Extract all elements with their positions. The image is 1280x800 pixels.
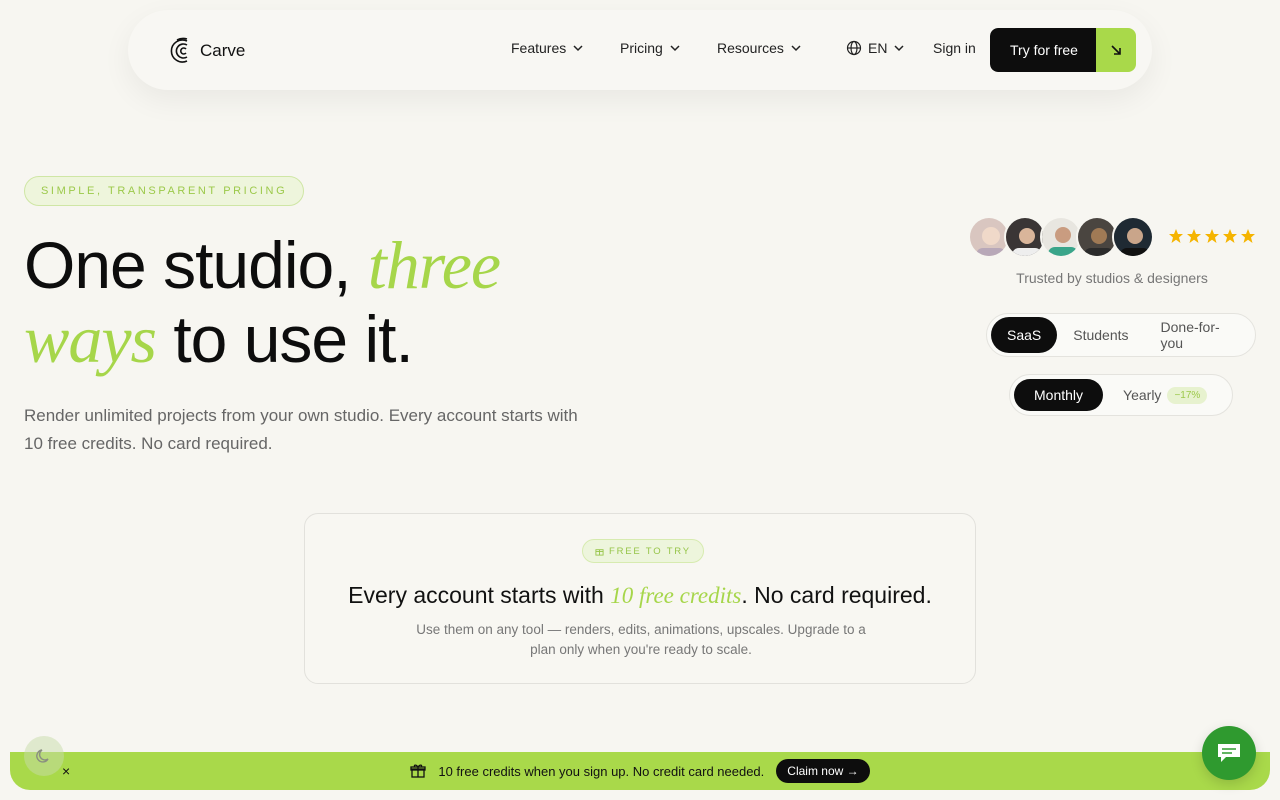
- plan-option-saas[interactable]: SaaS: [991, 317, 1058, 353]
- gift-icon: [410, 764, 427, 778]
- billing-toggle: Monthly Yearly −17%: [1009, 374, 1233, 416]
- plan-option-done-for-you[interactable]: Done-for-you: [1145, 317, 1251, 353]
- nav-features[interactable]: Features: [511, 40, 584, 56]
- discount-badge: −17%: [1167, 386, 1208, 404]
- globe-icon: [846, 40, 862, 56]
- banner-close-button[interactable]: ×: [62, 763, 70, 779]
- hero-headline: One studio, three ways to use it.: [24, 227, 501, 377]
- chevron-down-icon: [670, 45, 680, 52]
- free-to-try-label: FREE TO TRY: [609, 545, 691, 557]
- rating-stars: [1168, 228, 1256, 244]
- language-selector[interactable]: EN: [846, 40, 905, 56]
- theme-toggle-button[interactable]: [24, 736, 64, 776]
- free-credits-card: FREE TO TRY Every account starts with 10…: [304, 513, 976, 684]
- plan-option-students[interactable]: Students: [1057, 317, 1144, 353]
- star-icon: [1187, 229, 1201, 243]
- nav-pricing[interactable]: Pricing: [620, 40, 681, 56]
- avatar-stack: [968, 216, 1154, 258]
- headline-em2: ways: [24, 301, 157, 377]
- trusted-text: Trusted by studios & designers: [1016, 270, 1208, 286]
- headline-part2: to use it.: [156, 302, 413, 376]
- plan-type-toggle: SaaS Students Done-for-you: [986, 313, 1256, 357]
- star-icon: [1205, 229, 1219, 243]
- pricing-tag: SIMPLE, TRANSPARENT PRICING: [24, 176, 305, 206]
- sign-in-link[interactable]: Sign in: [933, 40, 976, 56]
- headline-part1: One studio,: [24, 228, 368, 302]
- top-navbar: Carve Features Pricing Resources EN Sign…: [128, 10, 1152, 90]
- free-card-body: Use them on any tool — renders, edits, a…: [416, 622, 866, 657]
- star-icon: [1169, 229, 1183, 243]
- gift-icon: [595, 548, 604, 556]
- nav-resources-label: Resources: [717, 40, 784, 56]
- star-icon: [1223, 229, 1237, 243]
- hero-subtitle: Render unlimited projects from your own …: [24, 406, 578, 453]
- free-card-title-pre: Every account starts with: [348, 582, 611, 608]
- claim-now-button[interactable]: Claim now →: [776, 759, 870, 783]
- chevron-down-icon: [791, 45, 801, 52]
- free-card-title: Every account starts with 10 free credit…: [305, 582, 975, 609]
- free-to-try-tag: FREE TO TRY: [582, 539, 704, 563]
- promo-banner: × 10 free credits when you sign up. No c…: [10, 752, 1270, 790]
- headline-em1: three: [367, 227, 501, 303]
- arrow-down-right-icon: [1096, 28, 1136, 72]
- moon-icon: [36, 749, 49, 763]
- billing-yearly[interactable]: Yearly −17%: [1103, 379, 1208, 411]
- brand-logo[interactable]: Carve: [168, 36, 245, 66]
- billing-monthly[interactable]: Monthly: [1014, 379, 1104, 411]
- nav-features-label: Features: [511, 40, 567, 56]
- banner-text: 10 free credits when you sign up. No cre…: [438, 763, 765, 779]
- chevron-down-icon: [894, 45, 904, 52]
- language-label: EN: [868, 40, 888, 56]
- chat-widget-button[interactable]: [1202, 726, 1256, 780]
- chevron-down-icon: [573, 45, 583, 52]
- nav-resources[interactable]: Resources: [717, 40, 802, 56]
- free-card-title-post: . No card required.: [741, 582, 932, 608]
- free-card-title-em: 10 free credits: [610, 583, 742, 608]
- carve-logo-icon: [170, 37, 188, 63]
- avatar: [1112, 216, 1154, 258]
- brand-name: Carve: [200, 41, 246, 60]
- try-for-free-button[interactable]: Try for free: [990, 28, 1136, 72]
- try-for-free-label: Try for free: [990, 28, 1096, 72]
- billing-yearly-label: Yearly: [1123, 387, 1162, 403]
- nav-pricing-label: Pricing: [620, 40, 663, 56]
- chat-bubble-icon: [1218, 744, 1240, 762]
- star-icon: [1241, 229, 1255, 243]
